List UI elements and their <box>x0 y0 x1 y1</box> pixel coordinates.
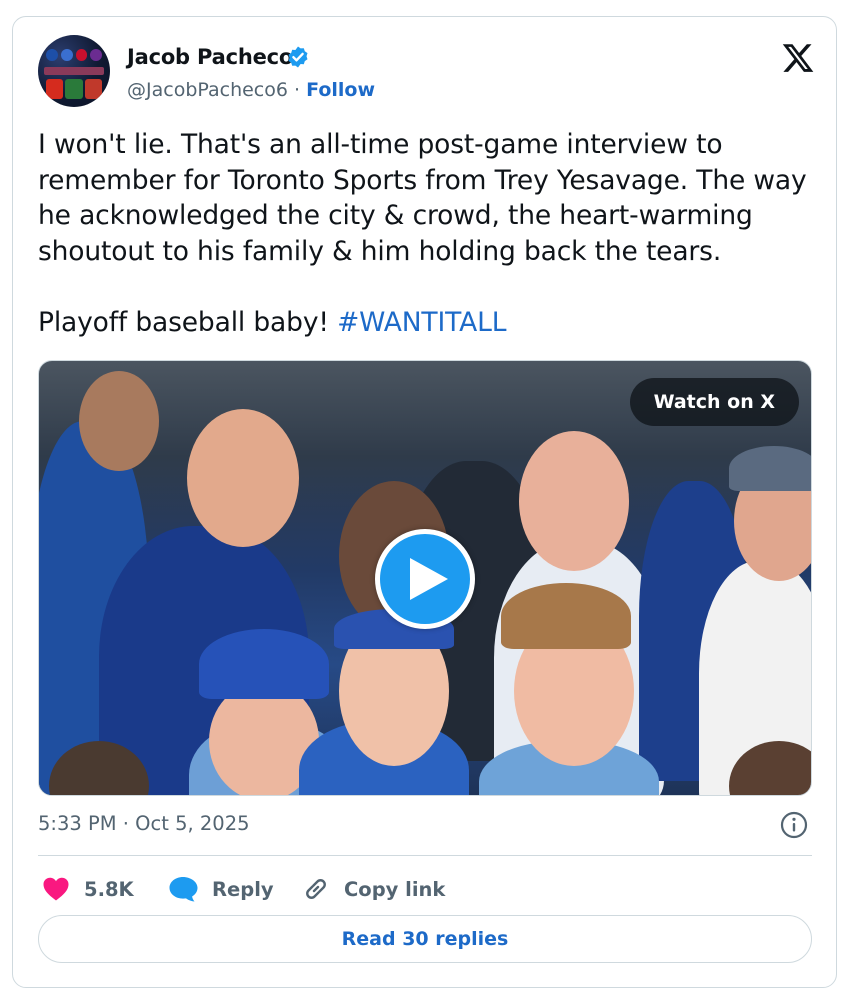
avatar-flags <box>46 79 102 99</box>
watch-on-x-button[interactable]: Watch on X <box>629 378 799 426</box>
post-paragraph-2: Playoff baseball baby! #WANTITALL <box>38 305 823 341</box>
copy-link-button[interactable]: Copy link <box>302 869 445 909</box>
reply-label: Reply <box>212 877 274 901</box>
divider <box>38 855 812 856</box>
post-paragraph-2-text: Playoff baseball baby! <box>38 307 338 338</box>
crowd-figure <box>187 409 299 547</box>
speech-bubble-icon <box>169 877 198 902</box>
read-replies-button[interactable]: Read 30 replies <box>38 915 812 963</box>
video-thumbnail[interactable]: Watch on X <box>38 360 812 796</box>
copy-link-label: Copy link <box>344 877 446 901</box>
verified-badge-icon <box>288 46 308 68</box>
x-logo-icon[interactable] <box>781 41 815 75</box>
like-count: 5.8K <box>84 877 134 901</box>
crowd-figure <box>199 629 329 699</box>
link-icon <box>306 879 326 899</box>
play-icon <box>410 558 448 600</box>
crowd-figure <box>519 431 629 571</box>
author-handle[interactable]: @JacobPacheco6 <box>127 79 288 101</box>
author-avatar[interactable] <box>38 35 110 107</box>
post-timestamp[interactable]: 5:33 PM · Oct 5, 2025 <box>38 812 250 835</box>
avatar-logos <box>46 49 102 65</box>
action-bar: 5.8K Reply Copy link <box>38 869 812 909</box>
follow-link[interactable]: Follow <box>306 79 375 101</box>
like-button[interactable]: 5.8K <box>42 869 134 909</box>
hashtag-link[interactable]: #WANTITALL <box>337 307 506 338</box>
avatar-banner <box>44 67 104 75</box>
handle-row: @JacobPacheco6 · Follow <box>127 79 375 101</box>
reply-button[interactable]: Reply <box>168 869 274 909</box>
handle-separator: · <box>294 79 301 101</box>
crowd-figure <box>501 583 631 649</box>
post-text: I won't lie. That's an all-time post-gam… <box>38 127 823 341</box>
play-button[interactable] <box>375 529 475 629</box>
heart-icon <box>43 877 69 901</box>
author-name[interactable]: Jacob Pacheco <box>127 45 293 69</box>
embedded-post-card: Jacob Pacheco @JacobPacheco6 · Follow I … <box>12 16 837 988</box>
crowd-figure <box>729 446 811 491</box>
post-paragraph-1: I won't lie. That's an all-time post-gam… <box>38 129 807 267</box>
crowd-figure <box>79 371 159 471</box>
info-icon[interactable] <box>779 810 809 840</box>
